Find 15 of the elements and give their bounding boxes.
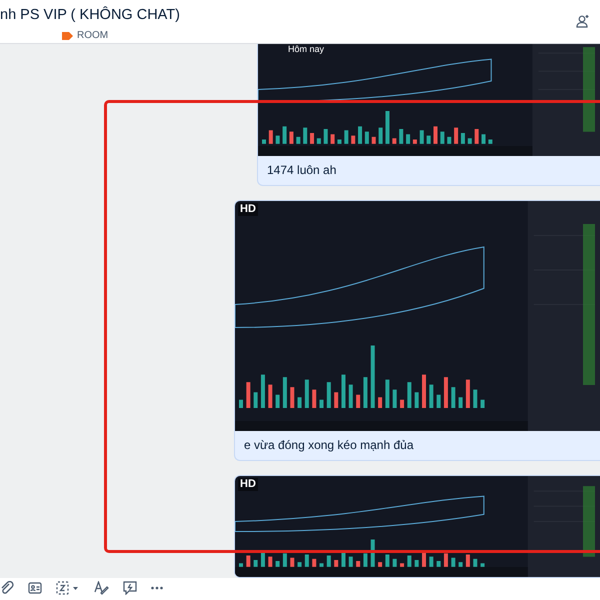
tag-icon: [62, 32, 73, 40]
attachment-icon[interactable]: [0, 581, 14, 595]
chat-title: nh PS VIP ( KHÔNG CHAT): [0, 6, 180, 24]
screenshot-icon[interactable]: [56, 581, 80, 595]
hd-badge: HD: [238, 203, 258, 216]
message-text: 1474 luôn ah: [266, 162, 338, 179]
text-format-icon[interactable]: [94, 581, 109, 595]
more-icon[interactable]: [151, 586, 163, 590]
quick-message-icon[interactable]: [123, 581, 137, 595]
chart-label: Hôm nay: [288, 44, 324, 56]
tag-label: ROOM: [77, 29, 108, 43]
contact-card-icon[interactable]: [28, 582, 42, 594]
add-member-icon[interactable]: [576, 14, 590, 28]
message-text: e vừa đóng xong kéo mạnh đủa: [243, 437, 414, 454]
hd-badge: HD: [238, 478, 258, 491]
